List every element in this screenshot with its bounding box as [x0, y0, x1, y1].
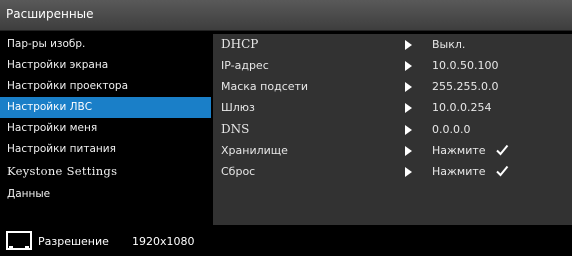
arrow-right-icon [405, 125, 412, 135]
setting-row-subnet-mask[interactable]: Маска подсети 255.255.0.0 [213, 76, 572, 97]
setting-label: Шлюз [221, 101, 255, 114]
main-menu: Пар-ры изобр. Настройки экрана Настройки… [0, 34, 211, 225]
menu-title: Расширенные [6, 7, 94, 21]
setting-row-dhcp[interactable]: DHCP Выкл. [213, 34, 572, 55]
menu-item-lan-settings[interactable]: Настройки ЛВС [0, 97, 211, 118]
setting-label: Сброс [221, 165, 256, 178]
menu-item-projector-settings[interactable]: Настройки проектора [0, 76, 211, 97]
setting-row-dns[interactable]: DNS 0.0.0.0 [213, 119, 572, 140]
setting-value: Выкл. [432, 38, 466, 51]
setting-row-reset[interactable]: Сброс Нажмите [213, 161, 572, 182]
setting-label: Хранилище [221, 144, 288, 157]
setting-row-ip-address[interactable]: IP-адрес 10.0.50.100 [213, 55, 572, 76]
menu-item-power-settings[interactable]: Настройки питания [0, 139, 211, 160]
resolution-value: 1920x1080 [132, 235, 195, 248]
menu-item-keystone-settings[interactable]: Keystone Settings [0, 161, 211, 182]
setting-label: Маска подсети [221, 80, 309, 93]
menu-item-image-settings[interactable]: Пар-ры изобр. [0, 34, 211, 55]
setting-value: Нажмите [432, 165, 486, 178]
setting-value: 10.0.0.254 [432, 101, 492, 114]
title-bar: Расширенные [0, 0, 572, 31]
setting-value: Нажмите [432, 144, 486, 157]
arrow-right-icon [405, 167, 412, 177]
setting-label: DHCP [221, 37, 259, 51]
menu-item-menu-settings[interactable]: Настройки меня [0, 118, 211, 139]
arrow-right-icon [405, 103, 412, 113]
checkmark-icon [496, 144, 509, 156]
setting-row-store[interactable]: Хранилище Нажмите [213, 140, 572, 161]
status-bar: Разрешение 1920x1080 [0, 228, 572, 256]
setting-label: DNS [221, 122, 250, 136]
menu-item-display-settings[interactable]: Настройки экрана [0, 55, 211, 76]
arrow-right-icon [405, 40, 412, 50]
resolution-monitor-icon [6, 231, 32, 250]
arrow-right-icon [405, 61, 412, 71]
setting-label: IP-адрес [221, 59, 269, 72]
osd-window: Расширенные Пар-ры изобр. Настройки экра… [0, 0, 572, 256]
settings-panel: DHCP Выкл. IP-адрес 10.0.50.100 Маска по… [213, 34, 572, 225]
arrow-right-icon [405, 82, 412, 92]
setting-value: 10.0.50.100 [432, 59, 499, 72]
resolution-label: Разрешение [38, 235, 109, 248]
setting-row-gateway[interactable]: Шлюз 10.0.0.254 [213, 97, 572, 118]
menu-item-information[interactable]: Данные [0, 184, 211, 205]
setting-value: 0.0.0.0 [432, 123, 471, 136]
checkmark-icon [496, 165, 509, 177]
arrow-right-icon [405, 146, 412, 156]
setting-value: 255.255.0.0 [432, 80, 499, 93]
